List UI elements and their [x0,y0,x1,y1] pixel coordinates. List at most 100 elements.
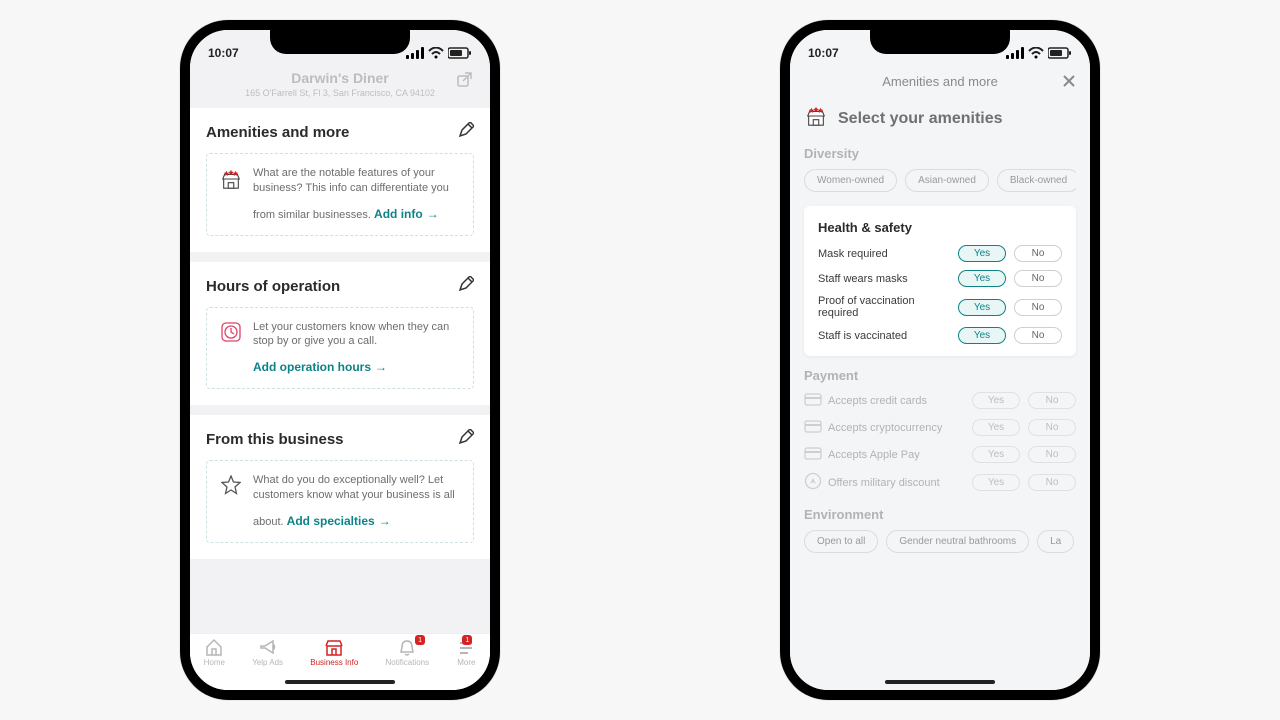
wifi-icon [1028,47,1044,59]
label-staff-masks: Staff wears masks [818,273,908,285]
edit-amenities-icon[interactable] [458,122,474,143]
row-proof-vax: Proof of vaccination required Yes No [818,295,1062,319]
signal-icon [1006,47,1024,59]
tab-more-label: More [457,658,475,667]
staff-vax-yes[interactable]: Yes [958,327,1006,344]
section-diversity: Diversity Women-owned Asian-owned Black-… [790,146,1090,206]
mask-required-yes[interactable]: Yes [958,245,1006,262]
section-payment: Payment Accepts credit cards Yes No Acce… [790,368,1090,507]
star-icon [219,473,243,530]
arrow-right-icon: → [427,206,439,222]
staff-vax-no[interactable]: No [1014,327,1062,344]
tab-more[interactable]: 1 More [456,638,476,667]
add-amenities-link[interactable]: Add info → [374,206,439,222]
credit-cards-no[interactable]: No [1028,392,1076,409]
page-title: Select your amenities [838,110,1003,128]
status-time: 10:07 [808,46,839,60]
add-specialties-label: Add specialties [287,513,375,529]
apple-pay-yes[interactable]: Yes [972,446,1020,463]
row-mask-required: Mask required Yes No [818,245,1062,262]
tab-home-label: Home [204,658,225,667]
credit-card-icon [804,418,820,437]
compass-icon [804,472,820,493]
arrow-right-icon: → [379,513,391,529]
credit-card-icon [804,445,820,464]
hours-desc: Let your customers know when they can st… [253,321,449,348]
health-title: Health & safety [818,220,1062,235]
amenities-empty-state: What are the notable features of your bu… [206,153,474,236]
section-environment: Environment Open to all Gender neutral b… [790,507,1090,567]
staff-masks-no[interactable]: No [1014,270,1062,287]
phone-right: 10:07 Amenities and more Select your ame… [780,20,1100,700]
card-from-title: From this business [206,431,344,448]
card-from-business: From this business What do you do except… [190,415,490,559]
hours-empty-state: Let your customers know when they can st… [206,307,474,390]
tab-yelp-ads[interactable]: Yelp Ads [252,638,283,667]
tab-home[interactable]: Home [204,638,225,667]
wifi-icon [428,47,444,59]
military-yes[interactable]: Yes [972,474,1020,491]
modal-title: Amenities and more [882,74,998,89]
row-military-discount: Offers military discount Yes No [804,472,1076,493]
military-no[interactable]: No [1028,474,1076,491]
crypto-no[interactable]: No [1028,419,1076,436]
tab-yelpads-label: Yelp Ads [252,658,283,667]
business-header: Darwin's Diner 165 O'Farrell St, Fl 3, S… [190,66,490,108]
tab-business-info[interactable]: Business Info [310,638,358,667]
tab-bizinfo-label: Business Info [310,658,358,667]
staff-masks-yes[interactable]: Yes [958,270,1006,287]
credit-cards-yes[interactable]: Yes [972,392,1020,409]
page-title-row: Select your amenities [790,99,1090,146]
external-link-icon[interactable] [456,72,472,93]
label-apple-pay: Accepts Apple Pay [828,449,920,461]
battery-icon [1048,47,1072,59]
business-name: Darwin's Diner [204,70,476,86]
label-credit-cards: Accepts credit cards [828,395,927,407]
phone-left: 10:07 Darwin's Diner 165 O'Farrell St, F… [180,20,500,700]
device-notch [870,30,1010,54]
card-hours: Hours of operation Let your customers kn… [190,262,490,406]
credit-card-icon [804,391,820,410]
mask-required-no[interactable]: No [1014,245,1062,262]
crypto-yes[interactable]: Yes [972,419,1020,436]
section-health-safety: Health & safety Mask required Yes No Sta… [804,206,1076,356]
chip-asian-owned[interactable]: Asian-owned [905,169,989,192]
device-notch [270,30,410,54]
add-amenities-label: Add info [374,206,423,222]
storefront-icon [804,105,828,132]
signal-icon [406,47,424,59]
label-crypto: Accepts cryptocurrency [828,422,942,434]
notifications-badge: 1 [415,635,425,645]
chip-black-owned[interactable]: Black-owned [997,169,1076,192]
label-mask-required: Mask required [818,248,888,260]
chip-gender-neutral[interactable]: Gender neutral bathrooms [886,530,1029,553]
row-staff-masks: Staff wears masks Yes No [818,270,1062,287]
home-indicator[interactable] [285,680,395,684]
status-time: 10:07 [208,46,239,60]
payment-title: Payment [804,368,1076,383]
close-icon[interactable] [1062,74,1076,91]
diversity-title: Diversity [804,146,1076,161]
card-hours-title: Hours of operation [206,278,340,295]
chip-open-to-all[interactable]: Open to all [804,530,878,553]
proof-vax-yes[interactable]: Yes [958,299,1006,316]
more-badge: 1 [462,635,472,645]
apple-pay-no[interactable]: No [1028,446,1076,463]
card-amenities-title: Amenities and more [206,124,349,141]
add-hours-link[interactable]: Add operation hours → [253,359,387,375]
edit-from-icon[interactable] [458,429,474,450]
add-specialties-link[interactable]: Add specialties → [287,513,391,529]
environment-title: Environment [804,507,1076,522]
proof-vax-no[interactable]: No [1014,299,1062,316]
modal-header: Amenities and more [790,66,1090,99]
tab-notifications[interactable]: 1 Notifications [386,638,430,667]
chip-women-owned[interactable]: Women-owned [804,169,897,192]
label-military-discount: Offers military discount [828,477,940,489]
arrow-right-icon: → [375,359,387,375]
edit-hours-icon[interactable] [458,276,474,297]
chip-partial[interactable]: La [1037,530,1074,553]
label-proof-vax: Proof of vaccination required [818,295,958,319]
home-indicator[interactable] [885,680,995,684]
business-address: 165 O'Farrell St, Fl 3, San Francisco, C… [204,88,476,98]
add-hours-label: Add operation hours [253,359,371,375]
